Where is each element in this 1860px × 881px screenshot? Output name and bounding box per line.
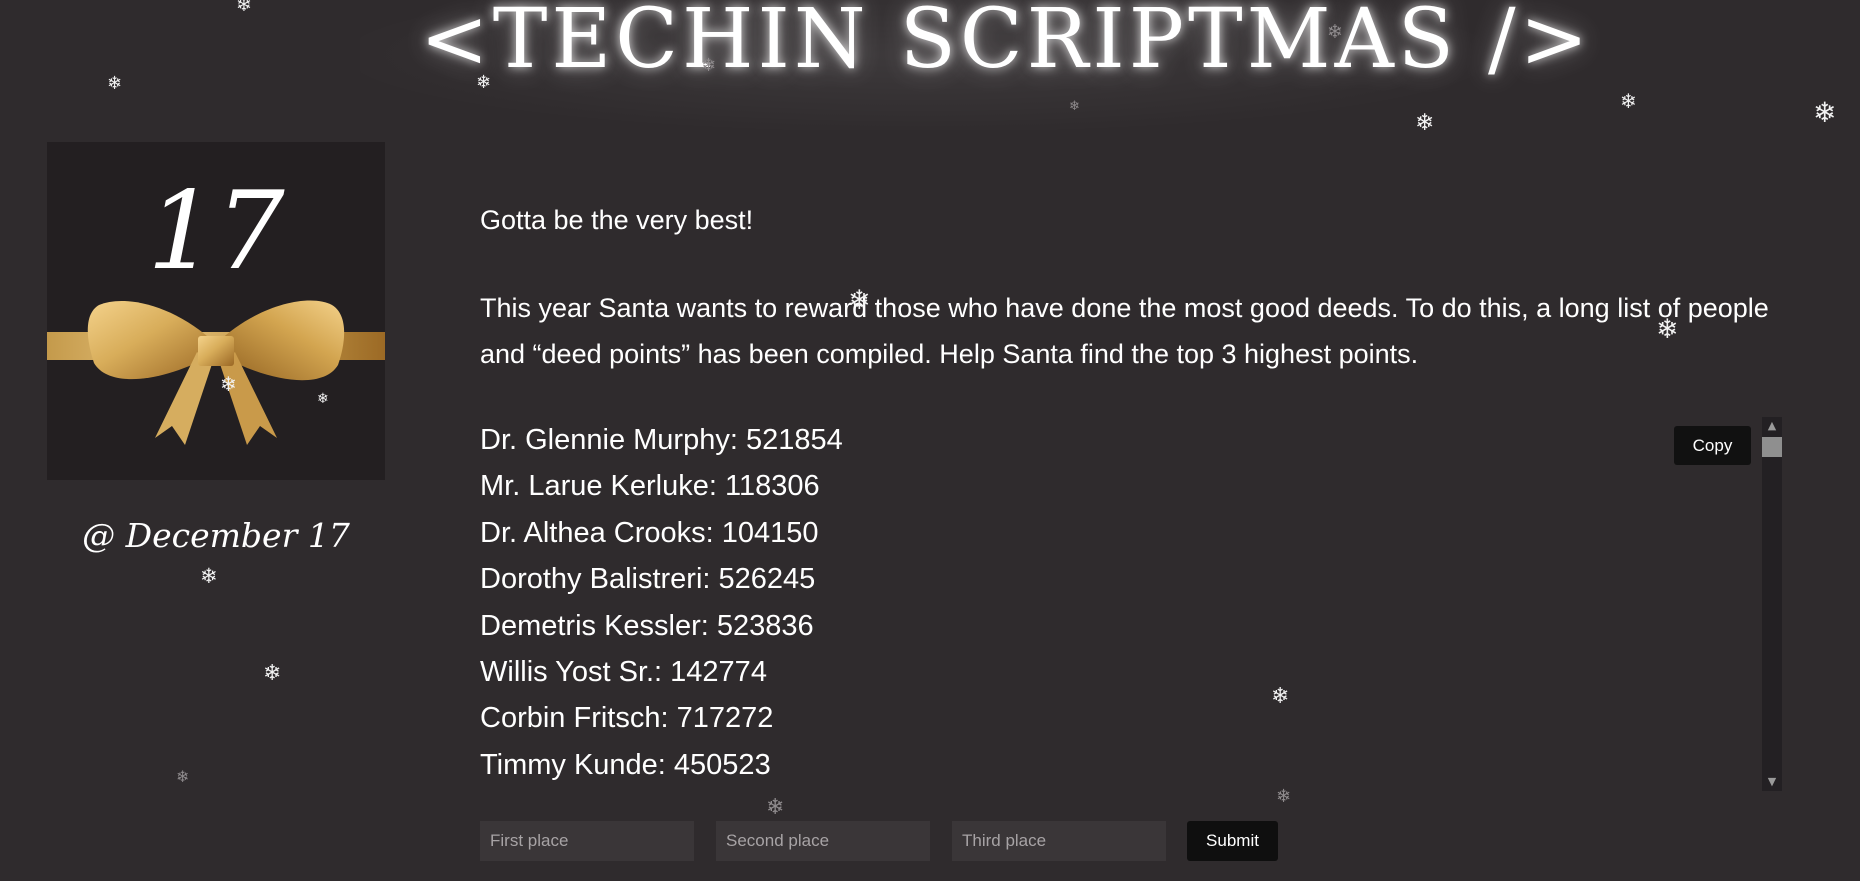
page: <TECHIN SCRIPTMAS /> 17 @ December 17 Go… [0,0,1860,881]
challenge-heading: Gotta be the very best! [480,205,754,235]
gift-bow-icon [87,300,345,445]
list-item: Demetris Kessler: 523836 [480,609,814,642]
page-title: <TECHIN SCRIPTMAS /> [420,0,1593,87]
snowflake-icon: ❄ [1813,96,1837,129]
list-item: Timmy Kunde: 450523 [480,748,771,781]
list-item: Dr. Glennie Murphy: 521854 [480,424,843,456]
third-place-input[interactable] [952,821,1166,861]
list-item: Corbin Fritsch: 717272 [480,702,774,735]
list-item: Willis Yost Sr.: 142774 [480,656,767,689]
chevron-down-icon[interactable]: ▼ [1762,773,1782,791]
snowflake-icon: ❄ [1415,110,1435,136]
snowflake-icon: ❄ [107,73,123,94]
snowflake-icon: ❄ [176,767,190,786]
copy-button[interactable]: Copy [1674,426,1751,465]
snowflake-icon: ❄ [263,661,282,686]
date-caption: @ December 17 [82,516,350,555]
second-place-input[interactable] [716,821,930,861]
first-place-input[interactable] [480,821,694,861]
points-list: Dr. Glennie Murphy: 521854 Mr. Larue Ker… [480,417,1782,788]
snowflake-icon: ❄ [200,564,218,588]
list-item: Dr. Althea Crooks: 104150 [480,516,819,549]
snowflake-icon: ❄ [1620,89,1637,113]
challenge-intro: This year Santa wants to reward those wh… [480,293,1769,369]
list-item: Dorothy Balistreri: 526245 [480,563,816,596]
list-scrollbar[interactable]: ▲ ▼ [1762,417,1782,791]
chevron-up-icon[interactable]: ▲ [1762,417,1782,435]
snowflake-icon: ❄ [766,795,785,820]
scroll-thumb[interactable] [1762,437,1782,457]
snowflake-icon: ❄ [236,0,252,16]
points-list-box[interactable]: Dr. Glennie Murphy: 521854 Mr. Larue Ker… [480,417,1782,791]
snowflake-icon: ❄ [1069,99,1080,114]
submit-button[interactable]: Submit [1187,821,1278,861]
day-card: 17 [47,142,385,480]
list-item: Mr. Larue Kerluke: 118306 [480,470,820,503]
